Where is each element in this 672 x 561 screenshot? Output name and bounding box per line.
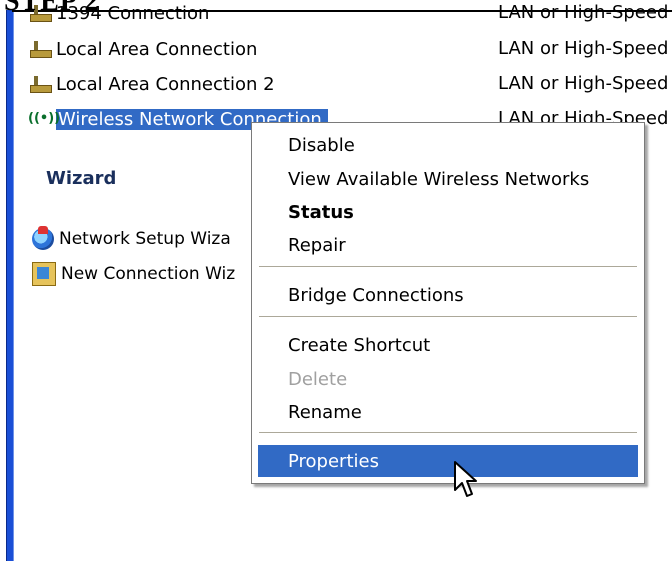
connection-type: LAN or High-Speed [498,2,669,23]
connection-row-local-area[interactable]: Local Area Connection LAN or High-Speed [28,38,668,60]
lan-connection-icon [28,74,52,94]
connection-name: Local Area Connection [56,38,258,60]
connection-row-local-area-2[interactable]: Local Area Connection 2 LAN or High-Spee… [28,73,668,95]
menu-separator [259,266,637,268]
menu-item-disable[interactable]: Disable [258,129,638,161]
menu-item-rename[interactable]: Rename [258,396,638,428]
task-label: New Connection Wiz [61,264,236,284]
lan-connection-icon [28,39,52,59]
wireless-antenna-icon: ((•)) [28,111,61,126]
menu-item-create-shortcut[interactable]: Create Shortcut [258,329,638,361]
menu-item-delete: Delete [288,368,348,390]
menu-item-view-wireless-networks[interactable]: View Available Wireless Networks [258,163,638,195]
context-menu: Disable View Available Wireless Networks… [251,122,645,484]
step-heading: STEP 2 [4,0,100,17]
task-label: Network Setup Wiza [59,229,231,249]
wizard-section-title: Wizard [46,168,117,189]
connection-type: LAN or High-Speed [498,73,669,94]
network-setup-wizard-icon [32,226,54,250]
menu-separator [259,316,637,318]
new-connection-wizard-item[interactable]: New Connection Wiz [32,262,235,286]
window-left-border [6,10,14,561]
menu-separator [259,432,637,434]
menu-item-bridge-connections[interactable]: Bridge Connections [258,279,638,311]
network-setup-wizard-item[interactable]: Network Setup Wiza [32,226,231,250]
new-connection-wizard-icon [32,262,56,286]
menu-item-properties[interactable]: Properties [258,445,638,477]
menu-item-repair[interactable]: Repair [258,229,638,261]
connection-name: Local Area Connection 2 [56,73,275,95]
connection-type: LAN or High-Speed [498,38,669,59]
menu-item-status[interactable]: Status [258,196,638,228]
mouse-pointer-icon [454,461,477,497]
